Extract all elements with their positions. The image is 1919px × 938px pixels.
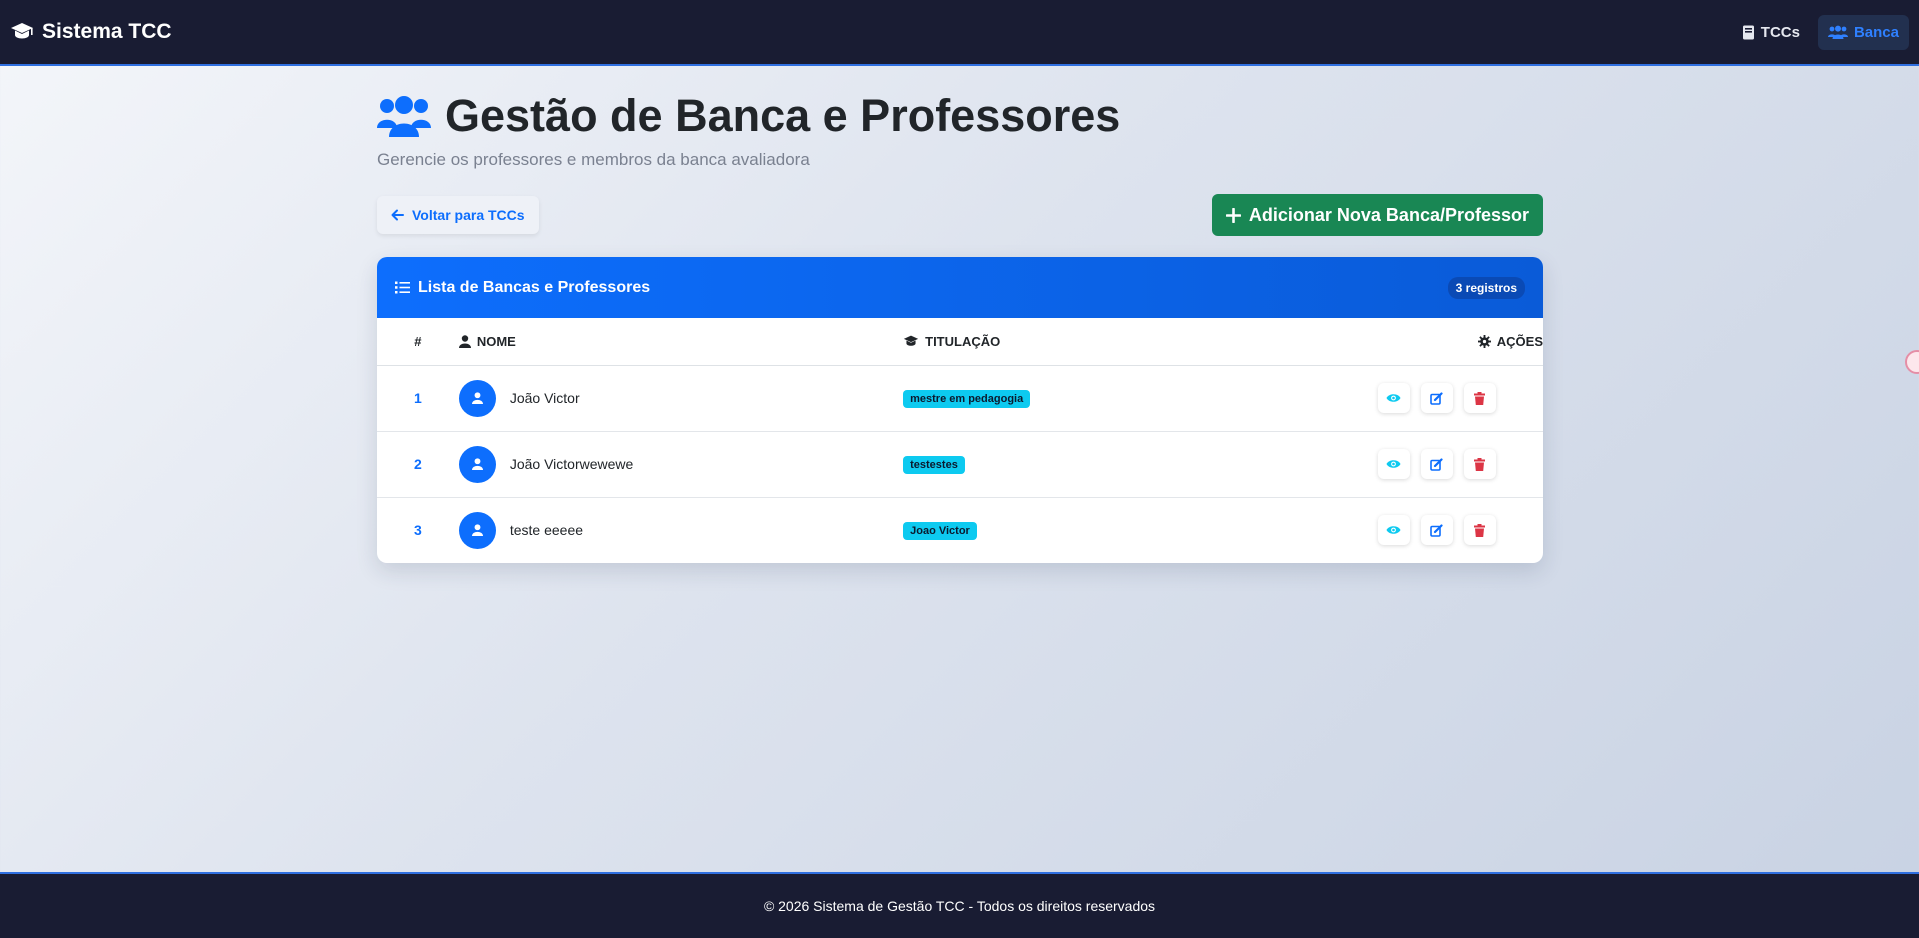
nav-link-tccs[interactable]: TCCs [1732,15,1810,50]
card-header: Lista de Bancas e Professores 3 registro… [377,257,1543,318]
nav-links: TCCs Banca [1732,14,1909,50]
records-count-badge: 3 registros [1447,276,1525,299]
page-title: Gestão de Banca e Professores [377,90,1543,142]
avatar [458,511,496,549]
footer: © 2026 Sistema de Gestão TCC - Todos os … [0,872,1919,938]
edit-button[interactable] [1420,515,1453,546]
professor-name: João Victorwewewe [509,456,634,472]
nav-link-label: TCCs [1760,23,1800,41]
add-banca-button[interactable]: Adicionar Nova Banca/Professor [1211,194,1543,236]
actions-row: Voltar para TCCs Adicionar Nova Banca/Pr… [377,194,1543,236]
page-subtitle: Gerencie os professores e membros da ban… [377,150,810,169]
delete-button[interactable] [1463,449,1496,479]
edit-button[interactable] [1420,383,1453,413]
avatar [458,445,496,483]
table-header-row: # NOME TITULAÇÃO AÇÕES [377,318,1543,366]
card-title-text: Lista de Bancas e Professores [418,278,651,296]
card-title: Lista de Bancas e Professores [395,279,650,297]
avatar [458,379,496,417]
professor-name: João Victor [509,390,580,406]
view-button[interactable] [1377,449,1410,479]
arrow-left-icon [391,209,404,221]
header-acoes: AÇÕES [1282,318,1543,366]
nav-link-label: Banca [1853,23,1899,41]
list-icon [395,281,410,294]
nav-link-banca[interactable]: Banca [1817,14,1909,50]
brand-text: Sistema TCC [42,20,172,43]
book-icon [1742,25,1754,39]
table-row: 3 teste eeeee Joao Victor [377,497,1543,563]
main-content: Gestão de Banca e Professores Gerencie o… [377,66,1543,563]
trash-icon [1474,391,1486,405]
delete-button[interactable] [1463,383,1496,413]
eye-icon [1386,460,1401,468]
professor-name: teste eeeee [509,522,584,539]
brand[interactable]: Sistema TCC [10,20,172,44]
user-icon [471,524,483,537]
floating-widget-button[interactable] [1905,350,1919,374]
graduation-cap-icon [11,23,33,39]
titulacao-badge: testestes [903,455,965,474]
header-num: # [377,318,459,366]
edit-icon [1430,457,1443,471]
user-icon [458,335,471,348]
user-icon [471,458,483,470]
add-button-label: Adicionar Nova Banca/Professor [1248,204,1529,225]
gear-icon [1477,334,1491,348]
table-row: 1 João Victor mestre em pedagogia [377,365,1543,431]
page-title-text: Gestão de Banca e Professores [445,90,1121,141]
edit-icon [1430,391,1443,405]
row-number: 2 [414,456,422,472]
banca-table: # NOME TITULAÇÃO AÇÕES 1 João Victor mes… [377,318,1543,563]
delete-button[interactable] [1463,515,1496,546]
back-to-tccs-button[interactable]: Voltar para TCCs [377,196,539,234]
header-nome: NOME [458,318,904,366]
row-number: 1 [414,390,422,406]
table-row: 2 João Victorwewewe testestes [377,431,1543,497]
edit-icon [1430,524,1443,537]
users-icon [377,96,431,137]
view-button[interactable] [1377,383,1410,413]
header-titulacao: TITULAÇÃO [903,318,1283,366]
users-icon [1827,25,1848,39]
titulacao-badge: mestre em pedagogia [903,389,1031,408]
trash-icon [1474,457,1486,471]
banca-list-card: Lista de Bancas e Professores 3 registro… [377,257,1543,563]
navbar: Sistema TCC TCCs Banca [0,0,1919,66]
plus-icon [1225,207,1241,223]
view-button[interactable] [1377,515,1410,546]
graduation-cap-icon [903,335,919,346]
user-icon [471,392,483,404]
titulacao-badge: Joao Victor [903,521,977,540]
back-button-label: Voltar para TCCs [412,207,525,223]
trash-icon [1474,523,1486,537]
eye-icon [1386,526,1401,534]
row-number: 3 [414,522,422,539]
footer-text: © 2026 Sistema de Gestão TCC - Todos os … [763,898,1156,914]
eye-icon [1386,394,1401,402]
edit-button[interactable] [1420,449,1453,479]
